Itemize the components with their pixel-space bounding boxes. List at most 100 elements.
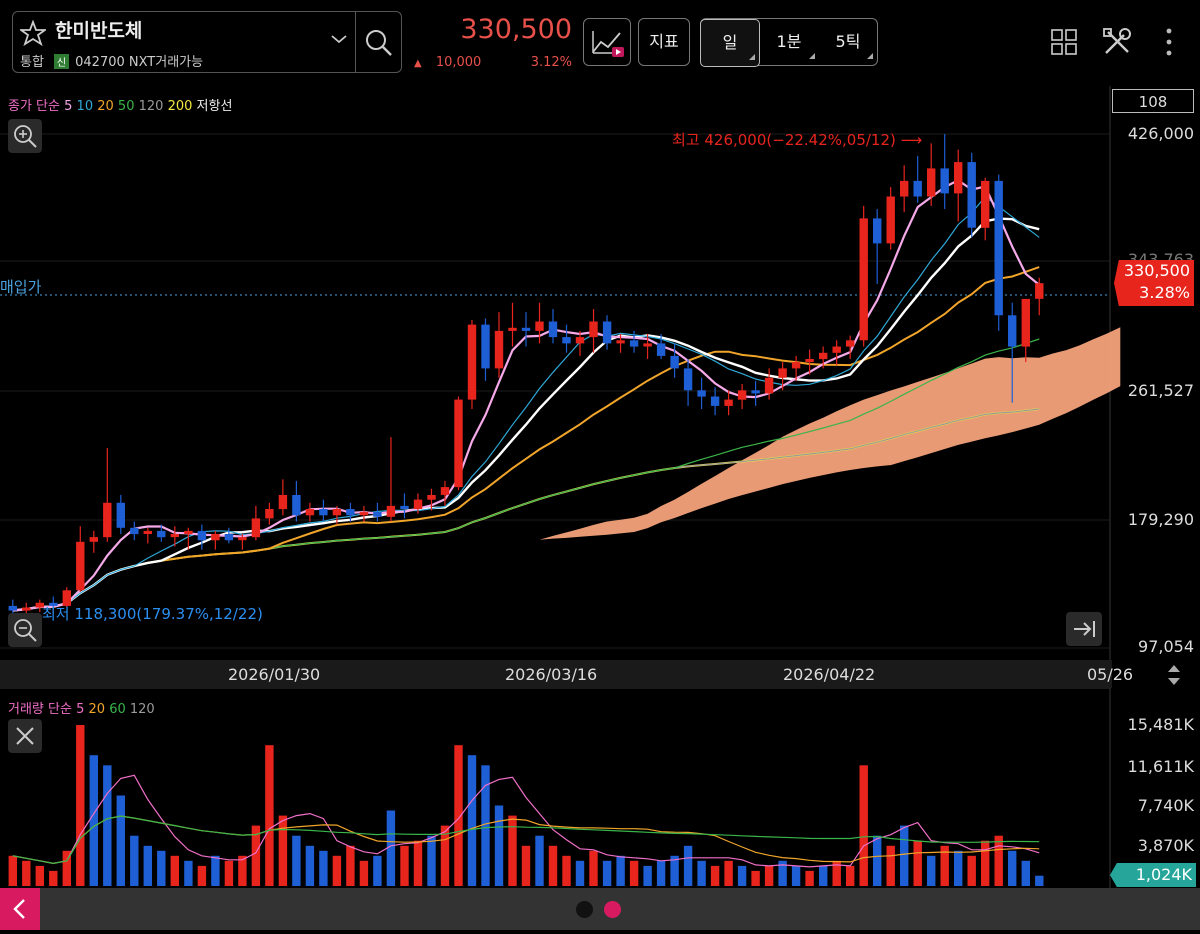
volume-bar <box>359 860 369 886</box>
close-volume-button[interactable] <box>8 719 42 753</box>
timeframe-label: 일 <box>722 33 738 52</box>
candle-body <box>386 505 396 517</box>
candle-body <box>494 330 504 369</box>
volume-bar <box>724 860 733 886</box>
volume-bar <box>575 860 585 886</box>
candle-count-box[interactable]: 108 <box>1112 89 1194 113</box>
candle-body <box>521 327 531 331</box>
volume-bar <box>737 865 747 886</box>
candle-body <box>927 168 936 197</box>
volume-bar <box>481 765 490 886</box>
volume-bar <box>1035 875 1044 886</box>
grid-icon[interactable] <box>1050 28 1078 56</box>
candle-body <box>873 218 882 244</box>
candle-body <box>656 343 666 356</box>
volume-bar <box>373 855 382 886</box>
volume-bar <box>467 755 477 886</box>
up-arrow-icon: ▲ <box>414 58 422 69</box>
vol-legend-ma120: 120 <box>129 702 155 717</box>
trade-note: NXT거래가능 <box>128 55 204 70</box>
scroll-to-end-button[interactable] <box>1066 612 1102 646</box>
volume-bar <box>89 755 98 886</box>
volume-bar <box>683 845 693 886</box>
volume-bar <box>224 860 234 886</box>
candle-body <box>575 337 585 344</box>
volume-legend[interactable]: 거래량 단순 5 20 60 120 <box>8 698 155 717</box>
zoom-in-button[interactable] <box>8 119 42 153</box>
volume-bar <box>643 865 652 886</box>
volume-bar <box>846 865 855 886</box>
candle-body <box>373 512 382 517</box>
timeframe-label: 5틱 <box>835 32 861 51</box>
timeframe-5tick[interactable]: 5틱 <box>819 19 877 65</box>
date-label: 05/26 <box>1087 665 1134 684</box>
volume-bar <box>346 845 355 886</box>
date-label: 2026/04/22 <box>783 665 876 684</box>
candle-body <box>413 499 423 509</box>
candle-body <box>859 218 868 341</box>
tools-icon[interactable] <box>1102 27 1132 57</box>
timeframe-day[interactable]: 일 <box>700 19 760 67</box>
legend-resistance: 저항선 <box>196 99 233 114</box>
candle-body <box>427 495 436 500</box>
volume-bar <box>751 870 760 886</box>
volume-bar <box>791 865 801 886</box>
candle-body <box>170 534 179 538</box>
candle-body <box>251 518 261 538</box>
page-dot-2-active[interactable] <box>604 901 621 918</box>
volume-bar <box>305 845 315 886</box>
scroll-end-icon <box>1074 621 1095 637</box>
volume-bar <box>386 810 396 886</box>
price-axis-label: 179,290 <box>1127 510 1194 529</box>
legend-main: 종가 단순 <box>8 99 60 114</box>
page-dot-1[interactable] <box>576 901 593 918</box>
indicator-button[interactable]: 지표 <box>638 18 690 66</box>
vol-legend-ma5: 5 <box>76 702 85 717</box>
star-icon[interactable] <box>20 20 46 46</box>
volume-bar <box>278 815 288 886</box>
volume-bar <box>886 845 895 886</box>
volume-axis-label: 3,870K <box>1137 836 1194 855</box>
chart-play-button[interactable] <box>583 18 631 66</box>
legend-ma200: 200 <box>167 99 193 114</box>
chart-canvas[interactable] <box>0 86 1200 888</box>
back-button[interactable] <box>0 888 40 930</box>
candle-body <box>602 321 612 344</box>
chevron-down-icon[interactable] <box>330 33 348 45</box>
buy-price-label: 매입가 <box>0 278 42 296</box>
header-bar: 한미반도체 통합 신 042700 NXT거래가능 330,500 ▲ 10,000… <box>0 0 1200 86</box>
change-amount: 10,000 <box>435 55 482 70</box>
volume-bar <box>805 870 814 886</box>
volume-bar <box>1008 850 1017 886</box>
candle-body <box>535 321 544 331</box>
timeframe-1min[interactable]: 1분 <box>759 19 819 65</box>
volume-bar <box>616 855 625 886</box>
candle-body <box>8 605 17 611</box>
search-icon[interactable] <box>364 28 394 58</box>
candle-body <box>76 541 85 591</box>
divider <box>355 11 356 73</box>
volume-bar <box>913 840 922 886</box>
zoom-out-button[interactable] <box>8 613 42 647</box>
volume-bar <box>629 860 639 886</box>
candle-body <box>400 505 409 509</box>
timeframe-label: 1분 <box>776 32 802 51</box>
volume-bar <box>8 855 17 886</box>
chevron-left-icon <box>13 899 25 919</box>
volume-bar <box>413 840 423 886</box>
volume-bar <box>967 855 976 886</box>
more-vert-icon[interactable] <box>1161 26 1177 58</box>
candle-body <box>359 512 369 516</box>
price-legend[interactable]: 종가 단순 5 10 20 50 120 200 저항선 <box>8 95 232 114</box>
expand-vertical-icon[interactable] <box>1164 663 1184 687</box>
price-change: ▲ 10,000 3.12% <box>414 55 572 70</box>
credit-badge: 신 <box>53 54 70 69</box>
timeframe-selector: 일 1분 5틱 <box>700 18 878 67</box>
volume-bar <box>710 865 720 886</box>
candle-body <box>278 495 288 510</box>
candle-body <box>562 337 571 344</box>
candle-body <box>913 180 922 197</box>
vol-legend-ma60: 60 <box>109 702 126 717</box>
legend-ma10: 10 <box>76 99 94 114</box>
candle-body <box>886 196 895 244</box>
